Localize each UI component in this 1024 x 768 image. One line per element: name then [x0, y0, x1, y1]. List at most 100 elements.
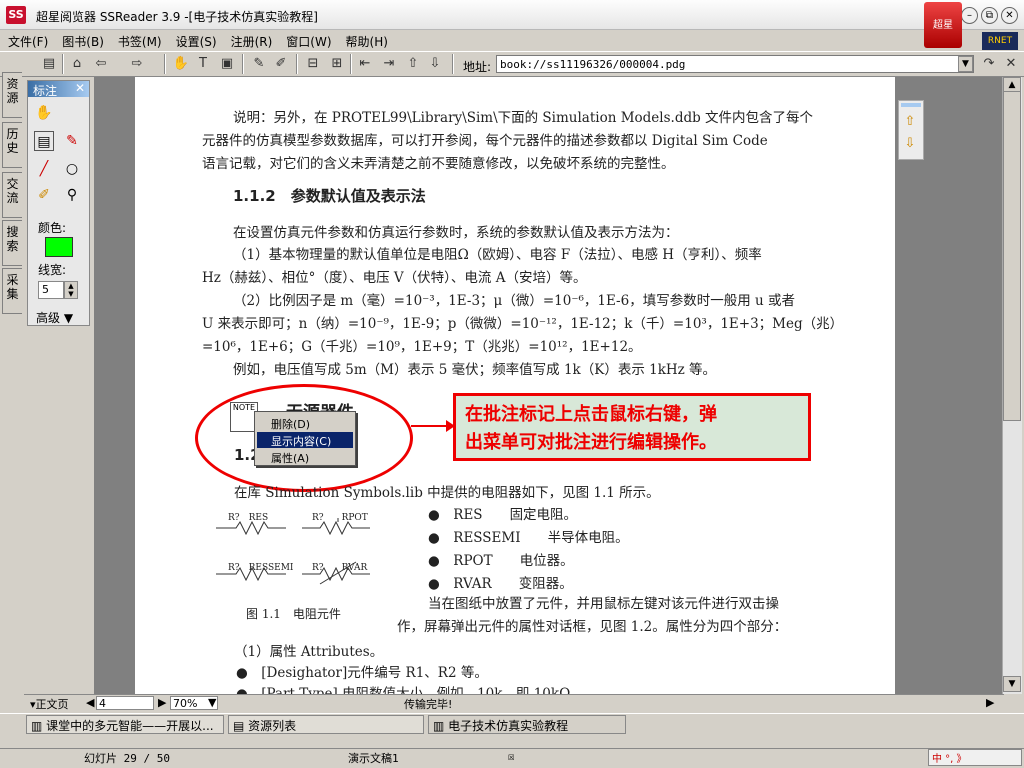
toolbar-separator — [452, 54, 454, 74]
menu-settings[interactable]: 设置(S) — [168, 30, 223, 50]
menu-help[interactable]: 帮助(H) — [338, 30, 394, 50]
next-button[interactable]: ▶ — [158, 696, 166, 709]
hscroll-right-icon[interactable]: ▶ — [986, 696, 994, 709]
tab-search[interactable]: 搜索 — [2, 220, 22, 266]
palette-header: 标注 ✕ — [28, 81, 89, 98]
task-tab-active[interactable]: ▥ 电子技术仿真实验教程 — [428, 715, 626, 734]
tab-collect[interactable]: 采集 — [2, 268, 22, 314]
window-title: 超星阅览器 SSReader 3.9 -[电子技术仿真实验教程] — [36, 10, 318, 24]
width-input[interactable]: 5 — [38, 281, 64, 299]
note-label: NOTE — [232, 403, 256, 412]
scroll-down-icon[interactable]: ▼ — [1003, 676, 1021, 692]
home-icon[interactable]: ⌂ — [68, 55, 86, 73]
page-number-input[interactable]: 4 — [96, 696, 154, 710]
paragraph-line: =10⁶，1E+6；G（千兆）=10⁹，1E+9；T（兆兆）=10¹²，1E+1… — [202, 339, 642, 355]
text-icon[interactable]: T — [194, 55, 212, 73]
line-tool-icon[interactable]: ╱ — [34, 159, 54, 179]
toolbar-separator — [350, 54, 352, 74]
page-nav-panel: ⇧ ⇩ — [898, 100, 924, 160]
hand-icon[interactable]: ✋ — [172, 55, 190, 73]
task-tab[interactable]: ▤ 资源列表 — [228, 715, 424, 734]
select-icon[interactable]: ▣ — [218, 55, 236, 73]
menu-window[interactable]: 窗口(W) — [278, 30, 337, 50]
back-icon[interactable]: ⇦ — [92, 55, 110, 73]
menu-item-properties[interactable]: 属性(A) — [257, 449, 353, 465]
page-icon[interactable]: ▤ — [40, 55, 58, 73]
circle-tool-icon[interactable]: ○ — [62, 159, 82, 179]
address-dropdown[interactable]: ▼ — [958, 56, 973, 72]
bullet-term: RES — [453, 507, 483, 523]
callout-box: 在批注标记上点击鼠标右键，弹 出菜单可对批注进行编辑操作。 — [453, 393, 811, 461]
menu-bar: 文件(F) 图书(B) 书签(M) 设置(S) 注册(R) 窗口(W) 帮助(H… — [0, 30, 920, 50]
bullet-desc: 固定电阻。 — [509, 507, 578, 523]
task-label: 资源列表 — [248, 719, 297, 733]
toolbar-separator — [242, 54, 244, 74]
address-input[interactable]: book://ss11196326/000004.pdg — [496, 55, 974, 73]
menu-register[interactable]: 注册(R) — [223, 30, 279, 50]
resistor-symbols — [216, 518, 370, 585]
hand-tool-icon[interactable]: ✋ — [34, 103, 54, 123]
palette-close-icon[interactable]: ✕ — [75, 81, 85, 95]
task-label: 课堂中的多元智能——开展以... — [46, 719, 214, 733]
task-tab[interactable]: ▥ 课堂中的多元智能——开展以... — [26, 715, 224, 734]
page-type-select[interactable]: ▾正文页 — [30, 696, 69, 712]
paragraph-line: Hz（赫兹）、相位°（度）、电压 V（伏特）、电流 A（安培）等。 — [202, 270, 587, 286]
note-tool-icon[interactable]: ▤ — [34, 131, 54, 151]
forward-icon[interactable]: ⇨ — [128, 55, 146, 73]
callout-line: 在批注标记上点击鼠标右键，弹 — [465, 404, 717, 425]
minimize-button[interactable]: – — [961, 7, 978, 24]
close-button[interactable]: ✕ — [1001, 7, 1018, 24]
slide-counter: 幻灯片 29 / 50 — [84, 752, 170, 765]
menu-item-delete[interactable]: 删除(D) — [257, 415, 353, 431]
menu-file[interactable]: 文件(F) — [0, 30, 54, 50]
vertical-scrollbar[interactable]: ▲ ▼ — [1002, 77, 1022, 694]
link-tool-icon[interactable]: ⚲ — [62, 185, 82, 205]
toolbar-separator — [296, 54, 298, 74]
bullet-item: ● RESSEMI 半导体电阻。 — [428, 530, 629, 546]
bullet-item: ● RES 固定电阻。 — [428, 507, 578, 523]
paragraph-line: 元器件的仿真模型参数数据库，可以打开参阅，每个元器件的描述参数都以 Digita… — [202, 133, 768, 149]
bullet-term: RESSEMI — [453, 530, 521, 546]
fit-page-icon[interactable]: ⊞ — [328, 55, 346, 73]
highlighter-icon[interactable]: ✐ — [272, 55, 290, 73]
prev-page-icon[interactable]: ⇧ — [404, 55, 422, 73]
color-swatch[interactable] — [45, 237, 73, 257]
highlight-tool-icon[interactable]: ✐ — [34, 185, 54, 205]
scroll-thumb[interactable] — [1003, 91, 1021, 421]
last-page-icon[interactable]: ⇥ — [380, 55, 398, 73]
tab-resources[interactable]: 资源 — [2, 72, 22, 118]
tab-exchange[interactable]: 交流 — [2, 172, 22, 218]
paragraph-line: （2）比例因子是 m（毫）=10⁻³，1E-3；μ（微）=10⁻⁶，1E-6，填… — [233, 293, 795, 309]
page-down-icon[interactable]: ⇩ — [901, 135, 919, 153]
go-icon[interactable]: ↷ — [980, 55, 998, 73]
menu-book[interactable]: 图书(B) — [54, 30, 110, 50]
advanced-button[interactable]: 高级 ▼ — [36, 309, 73, 326]
callout-line: 出菜单可对批注进行编辑操作。 — [465, 432, 717, 453]
side-tabs: 资源 历史 交流 搜索 采集 — [0, 72, 24, 712]
ime-tray[interactable]: 中 °, 》 — [928, 749, 1022, 766]
pencil-tool-icon[interactable]: ✎ — [62, 131, 82, 151]
paragraph-line: U 来表示即可；n（纳）=10⁻⁹，1E-9；p（微微）=10⁻¹²，1E-12… — [202, 316, 844, 332]
fit-width-icon[interactable]: ⊟ — [304, 55, 322, 73]
title-bar: SS 超星阅览器 SSReader 3.9 -[电子技术仿真实验教程] – ⧉ … — [0, 0, 1024, 30]
bullet-desc: 变阻器。 — [518, 576, 573, 592]
zoom-dropdown-icon[interactable]: ▼ — [208, 696, 216, 709]
spell-icon: ☒ — [508, 750, 515, 763]
width-stepper[interactable]: ▲ ▼ — [64, 281, 78, 299]
width-label: 线宽: — [38, 263, 67, 277]
annotate-icon[interactable]: ✎ — [250, 55, 268, 73]
menu-item-show-content[interactable]: 显示内容(C) — [257, 432, 353, 448]
paragraph-line: 作，屏幕弹出元件的属性对话框，见图 1.2。属性分为四个部分： — [397, 619, 788, 635]
close-toolbar-icon[interactable]: ✕ — [1002, 55, 1020, 73]
annotation-palette: 标注 ✕ ✋ ▤ ✎ ╱ ○ ✐ ⚲ 颜色: 线宽: 5 ▲ ▼ 高级 ▼ — [27, 80, 90, 326]
restore-button[interactable]: ⧉ — [981, 7, 998, 24]
page-up-icon[interactable]: ⇧ — [901, 113, 919, 131]
prev-button[interactable]: ◀ — [86, 696, 94, 709]
bullet-item: ● RVAR 变阻器。 — [428, 576, 573, 592]
menu-bookmark[interactable]: 书签(M) — [110, 30, 168, 50]
next-page-icon[interactable]: ⇩ — [426, 55, 444, 73]
first-page-icon[interactable]: ⇤ — [356, 55, 374, 73]
tab-history[interactable]: 历史 — [2, 122, 22, 168]
document-name: 演示文稿1 — [348, 752, 399, 765]
bullet-item: ● RPOT 电位器。 — [428, 553, 574, 569]
